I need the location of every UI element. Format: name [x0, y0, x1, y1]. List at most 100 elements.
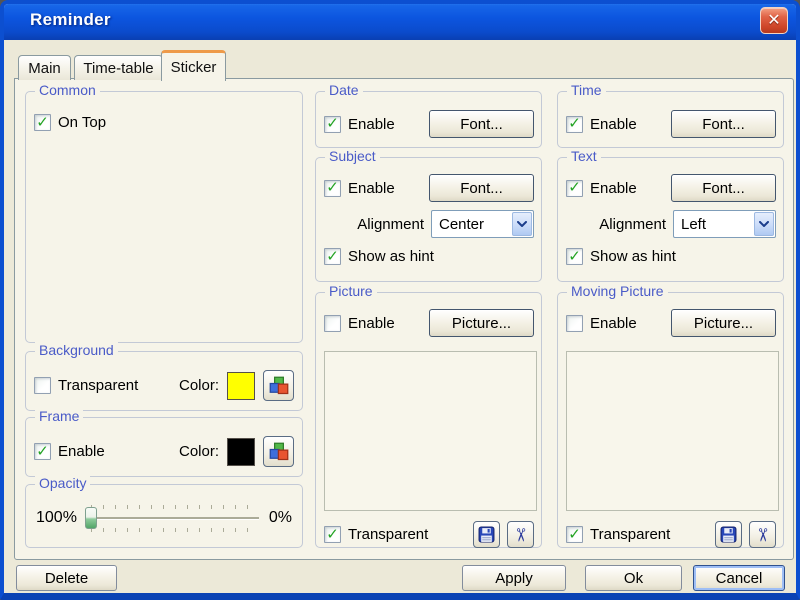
checkbox-box: ✓: [34, 114, 51, 131]
checkbox-label: Transparent: [348, 526, 429, 543]
checkmark-icon: ✓: [326, 247, 339, 265]
checkmark-icon: ✓: [326, 525, 339, 543]
close-icon: ✕: [767, 11, 781, 29]
close-button[interactable]: ✕: [760, 7, 788, 34]
selected-alignment: Left: [681, 215, 707, 233]
date-enable-checkbox[interactable]: ✓ Enable: [324, 115, 395, 133]
checkmark-icon: ✓: [36, 442, 49, 460]
titlebar: Reminder ✕: [4, 4, 796, 40]
checkmark-icon: ✓: [568, 179, 581, 196]
moving-picture-select-button[interactable]: Picture...: [671, 309, 776, 337]
checkmark-icon: ✓: [568, 115, 581, 132]
sticker-tab-panel: Common ✓ On Top Background ✓ Transparent…: [14, 78, 794, 560]
checkbox-label: Enable: [348, 314, 395, 332]
checkbox-label: Show as hint: [590, 248, 676, 265]
checkmark-icon: ✓: [36, 113, 49, 131]
on-top-checkbox[interactable]: ✓ On Top: [34, 114, 106, 131]
scissors-icon: ✂: [752, 526, 773, 543]
tab-sticker[interactable]: Sticker: [161, 50, 226, 81]
picture-transparent-checkbox[interactable]: ✓ Transparent: [324, 526, 428, 543]
frame-enable-checkbox[interactable]: ✓ Enable: [34, 443, 105, 460]
checkbox-box: ✓: [566, 526, 583, 543]
tab-main[interactable]: Main: [18, 55, 71, 80]
group-subject: Subject ✓ Enable Font... Alignment Cente…: [315, 148, 542, 282]
text-show-as-hint-checkbox[interactable]: ✓ Show as hint: [566, 248, 676, 265]
moving-picture-preview: [566, 351, 779, 511]
checkbox-label: Enable: [348, 179, 395, 197]
opacity-max-label: 100%: [36, 509, 77, 526]
picture-cut-button[interactable]: ✂: [507, 521, 534, 548]
checkbox-box: ✓: [324, 115, 341, 133]
checkbox-label: On Top: [58, 114, 107, 131]
group-title: Frame: [35, 408, 84, 424]
checkbox-label: Enable: [590, 314, 637, 332]
checkbox-box: ✓: [34, 377, 51, 394]
group-common: Common ✓ On Top: [25, 82, 303, 343]
color-label: Color:: [178, 377, 219, 394]
group-text: Text ✓ Enable Font... Alignment Left ✓ S…: [557, 148, 784, 282]
background-color-picker-button[interactable]: [263, 370, 294, 401]
group-picture: Picture ✓ Enable Picture... ✓ Transparen…: [315, 283, 542, 548]
cancel-button[interactable]: Cancel: [693, 565, 785, 591]
time-font-button[interactable]: Font...: [671, 110, 776, 138]
frame-color-picker-button[interactable]: [263, 436, 294, 467]
time-enable-checkbox[interactable]: ✓ Enable: [566, 115, 637, 133]
group-title: Opacity: [35, 475, 91, 491]
picture-enable-checkbox[interactable]: ✓ Enable: [324, 314, 395, 332]
alignment-label: Alignment: [599, 215, 666, 233]
text-enable-checkbox[interactable]: ✓ Enable: [566, 179, 637, 197]
selected-alignment: Center: [439, 215, 485, 233]
checkbox-label: Enable: [590, 115, 637, 133]
picture-save-button[interactable]: [473, 521, 500, 548]
save-icon: [720, 526, 737, 543]
checkmark-icon: ✓: [326, 179, 339, 196]
checkbox-label: Show as hint: [348, 248, 434, 265]
date-font-button[interactable]: Font...: [429, 110, 534, 138]
checkbox-label: Transparent: [58, 377, 139, 394]
slider-track: [86, 517, 259, 519]
save-icon: [478, 526, 495, 543]
group-title: Text: [567, 148, 601, 164]
checkbox-box: ✓: [324, 179, 341, 197]
checkbox-label: Enable: [348, 115, 395, 133]
ok-button[interactable]: Ok: [585, 565, 682, 591]
checkbox-label: Enable: [58, 443, 105, 460]
group-title: Date: [325, 82, 363, 98]
checkbox-box: ✓: [566, 179, 583, 197]
group-background: Background ✓ Transparent Color:: [25, 342, 303, 411]
subject-show-as-hint-checkbox[interactable]: ✓ Show as hint: [324, 248, 434, 265]
group-time: Time ✓ Enable Font...: [557, 82, 784, 148]
subject-alignment-select[interactable]: Center: [431, 210, 534, 238]
group-title: Subject: [325, 148, 380, 164]
slider-ticks: [90, 505, 255, 509]
checkbox-box: ✓: [324, 314, 341, 332]
text-alignment-select[interactable]: Left: [673, 210, 776, 238]
opacity-min-label: 0%: [268, 509, 292, 526]
moving-picture-save-button[interactable]: [715, 521, 742, 548]
chevron-down-icon: [512, 212, 532, 236]
text-font-button[interactable]: Font...: [671, 174, 776, 202]
group-title: Moving Picture: [567, 283, 668, 299]
delete-button[interactable]: Delete: [16, 565, 117, 591]
opacity-slider[interactable]: [84, 501, 261, 535]
subject-font-button[interactable]: Font...: [429, 174, 534, 202]
moving-picture-transparent-checkbox[interactable]: ✓ Transparent: [566, 526, 670, 543]
color-picker-icon: [269, 442, 288, 460]
apply-button[interactable]: Apply: [462, 565, 566, 591]
group-frame: Frame ✓ Enable Color:: [25, 408, 303, 477]
opacity-slider-thumb[interactable]: [84, 507, 97, 529]
scissors-icon: ✂: [510, 526, 531, 543]
frame-color-swatch: [227, 437, 255, 466]
picture-select-button[interactable]: Picture...: [429, 309, 534, 337]
background-transparent-checkbox[interactable]: ✓ Transparent: [34, 377, 138, 394]
checkbox-box: ✓: [566, 248, 583, 265]
group-title: Time: [567, 82, 606, 98]
moving-picture-enable-checkbox[interactable]: ✓ Enable: [566, 314, 637, 332]
checkmark-icon: ✓: [326, 115, 339, 132]
tab-time-table[interactable]: Time-table: [74, 55, 163, 80]
moving-picture-cut-button[interactable]: ✂: [749, 521, 776, 548]
checkbox-label: Enable: [590, 179, 637, 197]
checkbox-label: Transparent: [590, 526, 671, 543]
checkbox-box: ✓: [324, 248, 341, 265]
subject-enable-checkbox[interactable]: ✓ Enable: [324, 179, 395, 197]
